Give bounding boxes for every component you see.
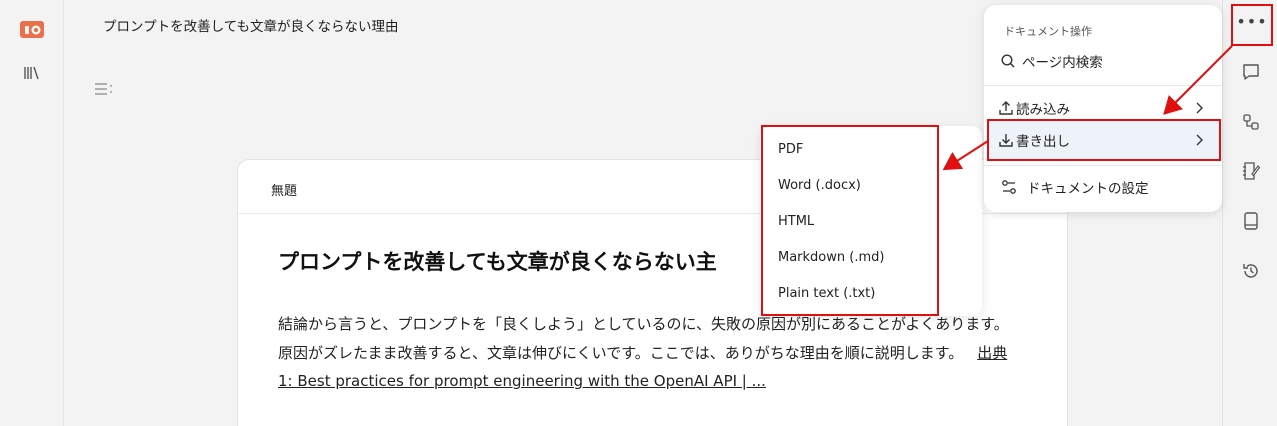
- page-title: プロンプトを改善しても文章が良くならない理由: [103, 19, 399, 35]
- menu-divider: [984, 165, 1222, 166]
- menu-item-document-settings[interactable]: ドキュメントの設定: [984, 169, 1222, 205]
- diagram-icon[interactable]: [1241, 112, 1261, 132]
- book-icon[interactable]: [1241, 211, 1261, 231]
- chevron-right-icon: [1196, 134, 1203, 146]
- chat-icon[interactable]: [1241, 62, 1261, 82]
- upload-icon: [999, 101, 1013, 115]
- menu-item-import-label: 読み込み: [1016, 102, 1070, 118]
- more-options-button[interactable]: •••: [1231, 4, 1273, 46]
- body-paragraph: 結論から言うと、プロンプトを「良くしよう」としているのに、失敗の原因が別にあるこ…: [278, 315, 1009, 362]
- more-dots-icon: •••: [1236, 12, 1268, 31]
- history-icon[interactable]: [1241, 261, 1261, 281]
- menu-item-export[interactable]: 書き出し: [984, 122, 1222, 158]
- menu-item-export-label: 書き出し: [1016, 134, 1070, 150]
- download-icon: [999, 134, 1013, 147]
- app-logo-icon[interactable]: [20, 19, 44, 40]
- menu-item-search[interactable]: ページ内検索: [984, 43, 1222, 79]
- chevron-right-icon: [1196, 102, 1203, 114]
- table-of-contents-icon[interactable]: [94, 80, 114, 98]
- library-icon[interactable]: [23, 64, 41, 82]
- menu-item-search-label: ページ内検索: [1022, 55, 1103, 71]
- document-body[interactable]: 結論から言うと、プロンプトを「良くしよう」としているのに、失敗の原因が別にあるこ…: [278, 310, 1018, 396]
- left-rail: [0, 0, 64, 426]
- search-icon: [1001, 54, 1015, 68]
- notebook-edit-icon[interactable]: [1241, 161, 1261, 181]
- menu-divider: [984, 85, 1222, 86]
- menu-item-document-settings-label: ドキュメントの設定: [1027, 181, 1149, 197]
- document-heading[interactable]: プロンプトを改善しても文章が良くならない主: [278, 246, 798, 276]
- menu-heading: ドキュメント操作: [1004, 25, 1092, 38]
- export-submenu-annotation-box: [761, 125, 939, 316]
- right-rail: [1222, 0, 1277, 426]
- settings-sliders-icon: [1002, 180, 1016, 194]
